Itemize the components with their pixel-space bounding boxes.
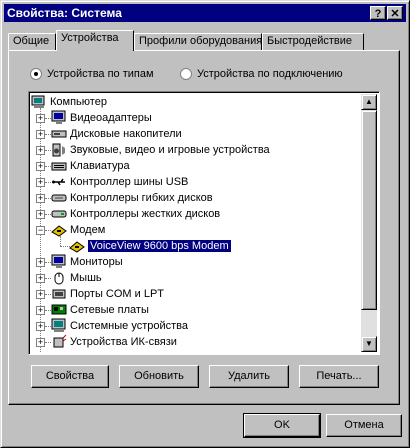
tree-root-computer[interactable]: Компьютер (31, 94, 107, 110)
keyboard-icon (51, 158, 67, 174)
tab-general[interactable]: Общие (8, 33, 56, 50)
vertical-scrollbar[interactable]: ▲ ▼ (361, 94, 377, 352)
help-button[interactable]: ? (370, 6, 386, 20)
view-by-connection-radio[interactable]: Устройства по подключению (180, 68, 343, 80)
tree-item[interactable]: Порты COM и LPT (51, 286, 164, 302)
expand-toggle[interactable]: + (36, 338, 45, 347)
tree-item-selected[interactable]: VoiceView 9600 bps Modem (69, 238, 232, 254)
device-tree-listbox[interactable]: Компьютер + Видеоадаптеры + Дисковые накопит… (28, 91, 380, 355)
monitor-icon (51, 110, 67, 126)
tree-item-label: Клавиатура (70, 160, 130, 172)
title-bar[interactable]: Свойства: Система ? ✕ (4, 4, 406, 22)
tree-item[interactable]: Устройства ИК-связи (51, 334, 177, 350)
tree-item[interactable]: Контроллеры жестких дисков (51, 206, 220, 222)
computer-icon (31, 94, 47, 110)
tree-item[interactable]: Сетевые платы (51, 302, 149, 318)
expand-toggle[interactable]: + (36, 114, 45, 123)
view-by-type-label: Устройства по типам (47, 68, 154, 80)
scroll-thumb[interactable] (361, 110, 377, 310)
expand-toggle[interactable]: + (36, 322, 45, 331)
scroll-down-button[interactable]: ▼ (361, 336, 377, 352)
tab-performance[interactable]: Быстродействие (262, 33, 364, 50)
tree-item[interactable]: Клавиатура (51, 158, 130, 174)
tree-item-label: Мышь (70, 272, 102, 284)
mouse-icon (51, 270, 67, 286)
floppy-controller-icon (51, 190, 67, 206)
remove-button[interactable]: Удалить (209, 365, 289, 388)
view-by-type-radio[interactable]: Устройства по типам (30, 68, 154, 80)
tree-item[interactable]: Звуковые, видео и игровые устройства (51, 142, 270, 158)
tree-item[interactable]: Мышь (51, 270, 102, 286)
tree-item-label: Сетевые платы (70, 304, 149, 316)
expand-toggle[interactable]: + (36, 178, 45, 187)
ok-button[interactable]: OK (243, 413, 321, 438)
tree-item-label: Контроллер шины USB (70, 176, 189, 188)
expand-toggle[interactable]: + (36, 146, 45, 155)
tree-item-label: Контроллеры жестких дисков (70, 208, 221, 220)
disk-drive-icon (51, 126, 67, 142)
expand-toggle[interactable]: + (36, 258, 45, 267)
infrared-icon (51, 334, 67, 350)
radio-circle[interactable] (30, 68, 42, 80)
tree-item[interactable]: Устройства для работы с изображениями (51, 350, 283, 352)
tree-item-selected-label: VoiceView 9600 bps Modem (87, 239, 232, 253)
scroll-up-button[interactable]: ▲ (361, 94, 377, 110)
tree-item[interactable]: Контроллеры гибких дисков (51, 190, 213, 206)
tab-hardware-profiles[interactable]: Профили оборудования (134, 33, 262, 50)
expand-toggle[interactable]: + (36, 210, 45, 219)
properties-button[interactable]: Свойства (31, 365, 109, 388)
network-card-icon (51, 302, 67, 318)
modem-icon (69, 238, 85, 254)
usb-icon (51, 174, 67, 190)
cancel-button[interactable]: Отмена (326, 414, 402, 437)
refresh-button[interactable]: Обновить (119, 365, 199, 388)
expand-toggle[interactable]: + (36, 162, 45, 171)
tree-item-label: Порты COM и LPT (70, 288, 164, 300)
tree-item-label: Видеоадаптеры (70, 112, 152, 124)
expand-toggle[interactable]: + (36, 306, 45, 315)
imaging-icon (51, 350, 67, 352)
tree-item[interactable]: Системные устройства (51, 318, 188, 334)
tree-item-label: Мониторы (70, 256, 123, 268)
speaker-icon (51, 142, 67, 158)
modem-icon (51, 222, 67, 238)
monitor-icon (51, 254, 67, 270)
tree-item-label: Контроллеры гибких дисков (70, 192, 213, 204)
view-by-connection-label: Устройства по подключению (197, 68, 343, 80)
expand-toggle[interactable]: + (36, 130, 45, 139)
tree-item[interactable]: Контроллер шины USB (51, 174, 188, 190)
print-button[interactable]: Печать... (299, 365, 379, 388)
window-title: Свойства: Система (7, 6, 122, 20)
port-icon (51, 286, 67, 302)
close-button[interactable]: ✕ (387, 6, 403, 20)
device-tree: Компьютер + Видеоадаптеры + Дисковые накопит… (31, 94, 361, 352)
tree-connector (60, 236, 61, 246)
radio-circle[interactable] (180, 68, 192, 80)
tree-item-label: Модем (70, 224, 106, 236)
collapse-toggle[interactable]: − (36, 226, 45, 235)
tab-devices[interactable]: Устройства (56, 30, 134, 51)
expand-toggle[interactable]: + (36, 194, 45, 203)
expand-toggle[interactable]: + (36, 274, 45, 283)
system-device-icon (51, 318, 67, 334)
expand-toggle[interactable]: + (36, 290, 45, 299)
tree-item-label: Дисковые накопители (70, 128, 182, 140)
tree-item[interactable]: Видеоадаптеры (51, 110, 152, 126)
hdd-controller-icon (51, 206, 67, 222)
tree-item-label: Звуковые, видео и игровые устройства (70, 144, 270, 156)
tree-item[interactable]: Мониторы (51, 254, 123, 270)
tree-root-computer-label: Компьютер (50, 96, 107, 108)
tree-item-label: Устройства ИК-связи (70, 336, 177, 348)
tree-item[interactable]: Дисковые накопители (51, 126, 182, 142)
tree-item-label: Системные устройства (70, 320, 189, 332)
